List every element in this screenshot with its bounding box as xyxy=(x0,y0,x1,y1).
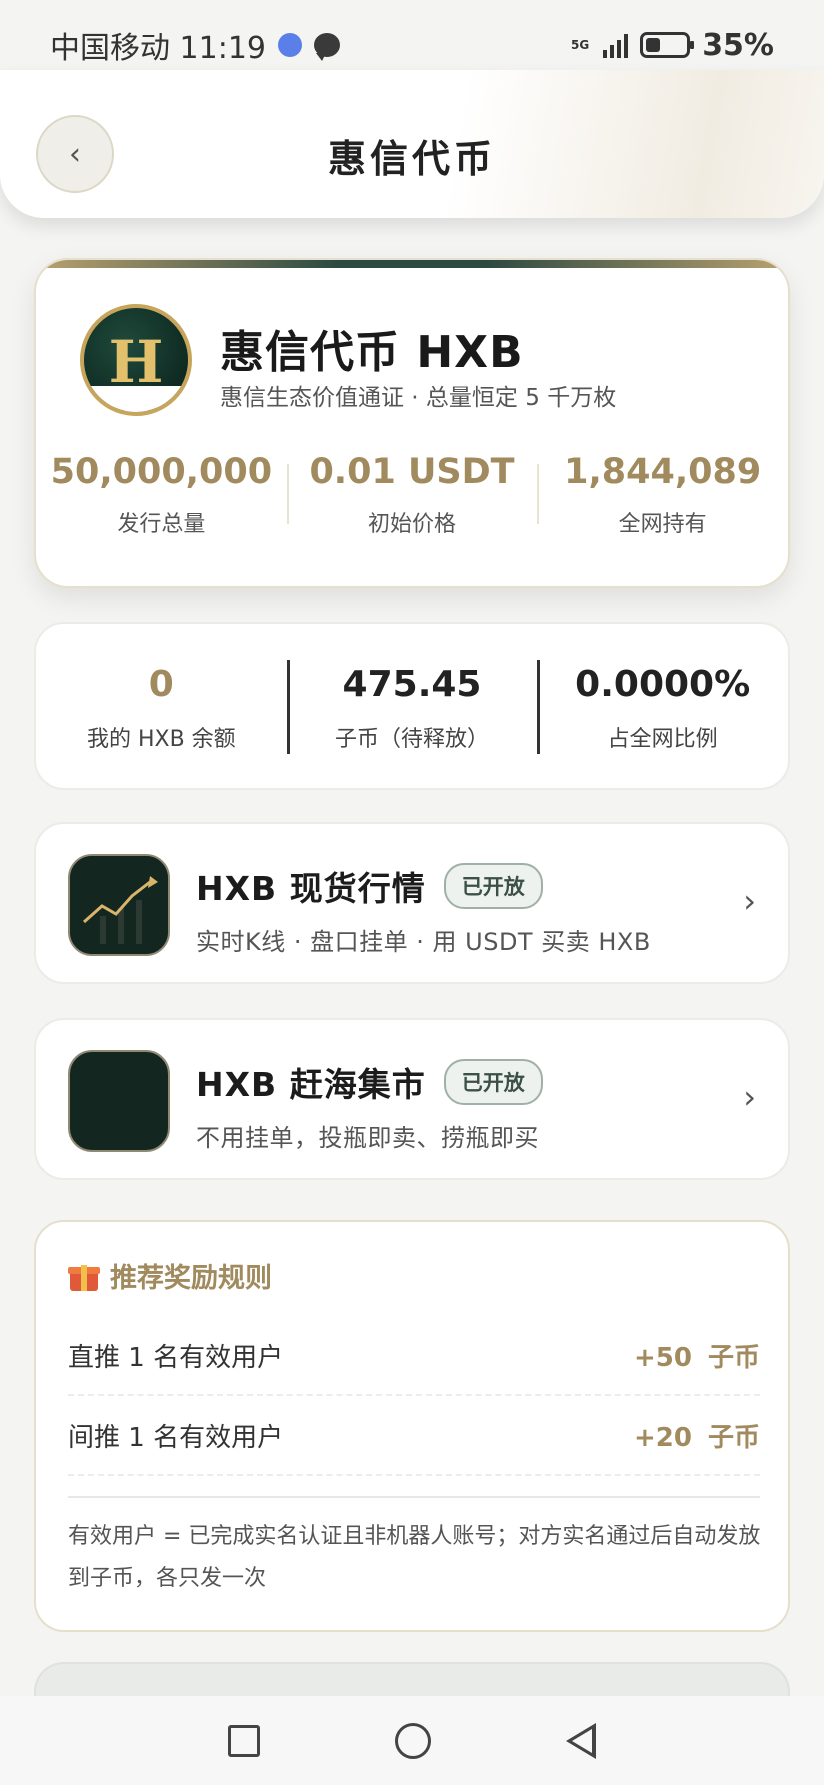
rules-note: 有效用户 = 已完成实名认证且非机器人账号；对方实名通过后自动发放到子币，各只发… xyxy=(68,1524,761,1591)
battery-icon xyxy=(640,32,695,58)
spot-market-entry[interactable]: HXB 现货行情 已开放 实时K线 · 盘口挂单 · 用 USDT 买卖 HXB… xyxy=(34,822,790,984)
gift-icon xyxy=(68,1261,100,1291)
carrier-time: 中国移动 11:19 xyxy=(50,31,266,66)
token-stats: 50,000,000 发行总量 0.01 USDT 初始价格 1,844,089… xyxy=(36,452,788,538)
balance-hxb: 0 我的 HXB 余额 xyxy=(36,624,287,788)
status-left: 中国移动 11:19 xyxy=(50,23,340,67)
stat-value: 1,844,089 xyxy=(564,452,762,492)
chevron-right-icon: › xyxy=(743,1078,756,1116)
rules-header: 推荐奖励规则 xyxy=(68,1256,272,1295)
balance-share: 0.0000% 占全网比例 xyxy=(537,624,788,788)
chevron-right-icon: › xyxy=(743,882,756,920)
stat-network-holders: 1,844,089 全网持有 xyxy=(537,452,788,538)
token-name: 惠信代币 HXB xyxy=(220,327,524,378)
balance-value: 0 xyxy=(148,664,174,705)
token-overview-card: H 惠信代币 HXB 惠信生态价值通证 · 总量恒定 5 千万枚 50,000,… xyxy=(34,258,790,588)
stat-total-supply: 50,000,000 发行总量 xyxy=(36,452,287,538)
status-badge: 已开放 xyxy=(443,1059,543,1105)
chart-up-icon xyxy=(68,854,170,956)
app-notification-icon xyxy=(278,33,302,57)
divider xyxy=(68,1496,760,1498)
stat-initial-price: 0.01 USDT 初始价格 xyxy=(286,452,538,538)
battery-percent: 35% xyxy=(702,27,774,63)
reward-amount: +20 xyxy=(634,1422,692,1453)
feature-title-row: HXB 现货行情 已开放 xyxy=(196,862,543,910)
rule-reward: +50 子币 xyxy=(634,1337,760,1374)
my-balance-card: 0 我的 HXB 余额 475.45 子币（待释放） 0.0000% 占全网比例 xyxy=(34,622,790,790)
feature-description: 实时K线 · 盘口挂单 · 用 USDT 买卖 HXB xyxy=(196,928,651,956)
stat-label: 发行总量 xyxy=(117,512,206,537)
network-type: 5G xyxy=(570,38,590,52)
balance-value: 0.0000% xyxy=(575,664,751,705)
balance-sub-coin: 475.45 子币（待释放） xyxy=(286,624,538,788)
reward-unit: 子币 xyxy=(707,1422,760,1453)
feature-title: HXB 现货行情 xyxy=(196,869,426,908)
page-title: 惠信代币 xyxy=(327,137,496,181)
balance-value: 475.45 xyxy=(342,664,482,705)
page: 中国移动 11:19 5G 35% ‹ 惠信代币 H 惠信代币 HXB 惠信生态… xyxy=(0,0,824,1785)
back-triangle-icon[interactable] xyxy=(566,1722,597,1759)
status-badge: 已开放 xyxy=(443,863,543,909)
card-accent-bar xyxy=(36,260,788,268)
reward-unit: 子币 xyxy=(707,1342,760,1373)
balance-label: 我的 HXB 余额 xyxy=(86,727,236,752)
market-icon xyxy=(68,1050,170,1152)
recent-apps-icon[interactable] xyxy=(227,1724,260,1757)
referral-rules-card: 推荐奖励规则 直推 1 名有效用户 +50 子币 间推 1 名有效用户 +20 子币… xyxy=(34,1220,790,1632)
hxb-coin-logo: H xyxy=(80,304,192,416)
rule-row-direct: 直推 1 名有效用户 +50 子币 xyxy=(68,1316,760,1396)
stat-label: 全网持有 xyxy=(618,512,707,537)
coin-letter: H xyxy=(108,328,164,396)
sea-market-entry[interactable]: HXB 赶海集市 已开放 不用挂单，投瓶即卖、捞瓶即买 › xyxy=(34,1018,790,1180)
reward-amount: +50 xyxy=(634,1342,692,1373)
rule-row-indirect: 间推 1 名有效用户 +20 子币 xyxy=(68,1396,760,1476)
feature-description: 不用挂单，投瓶即卖、捞瓶即买 xyxy=(196,1124,539,1152)
app-header: ‹ 惠信代币 xyxy=(0,70,824,218)
feature-title-row: HXB 赶海集市 已开放 xyxy=(196,1058,543,1106)
balance-label: 占全网比例 xyxy=(607,727,718,752)
stat-value: 50,000,000 xyxy=(50,452,273,492)
chat-notification-icon xyxy=(314,33,340,61)
status-right: 5G 35% xyxy=(571,28,774,63)
signal-icon xyxy=(603,32,629,58)
system-navigation-bar xyxy=(0,1696,824,1785)
stat-value: 0.01 USDT xyxy=(309,452,515,492)
rule-reward: +20 子币 xyxy=(634,1417,760,1454)
rules-title: 推荐奖励规则 xyxy=(110,1263,272,1294)
stat-label: 初始价格 xyxy=(368,512,457,537)
feature-title: HXB 赶海集市 xyxy=(196,1065,426,1104)
token-subtitle: 惠信生态价值通证 · 总量恒定 5 千万枚 xyxy=(220,385,617,411)
rule-label: 直推 1 名有效用户 xyxy=(68,1342,284,1373)
rule-label: 间推 1 名有效用户 xyxy=(68,1422,284,1453)
home-icon[interactable] xyxy=(394,1722,431,1759)
balance-label: 子币（待释放） xyxy=(335,727,490,752)
